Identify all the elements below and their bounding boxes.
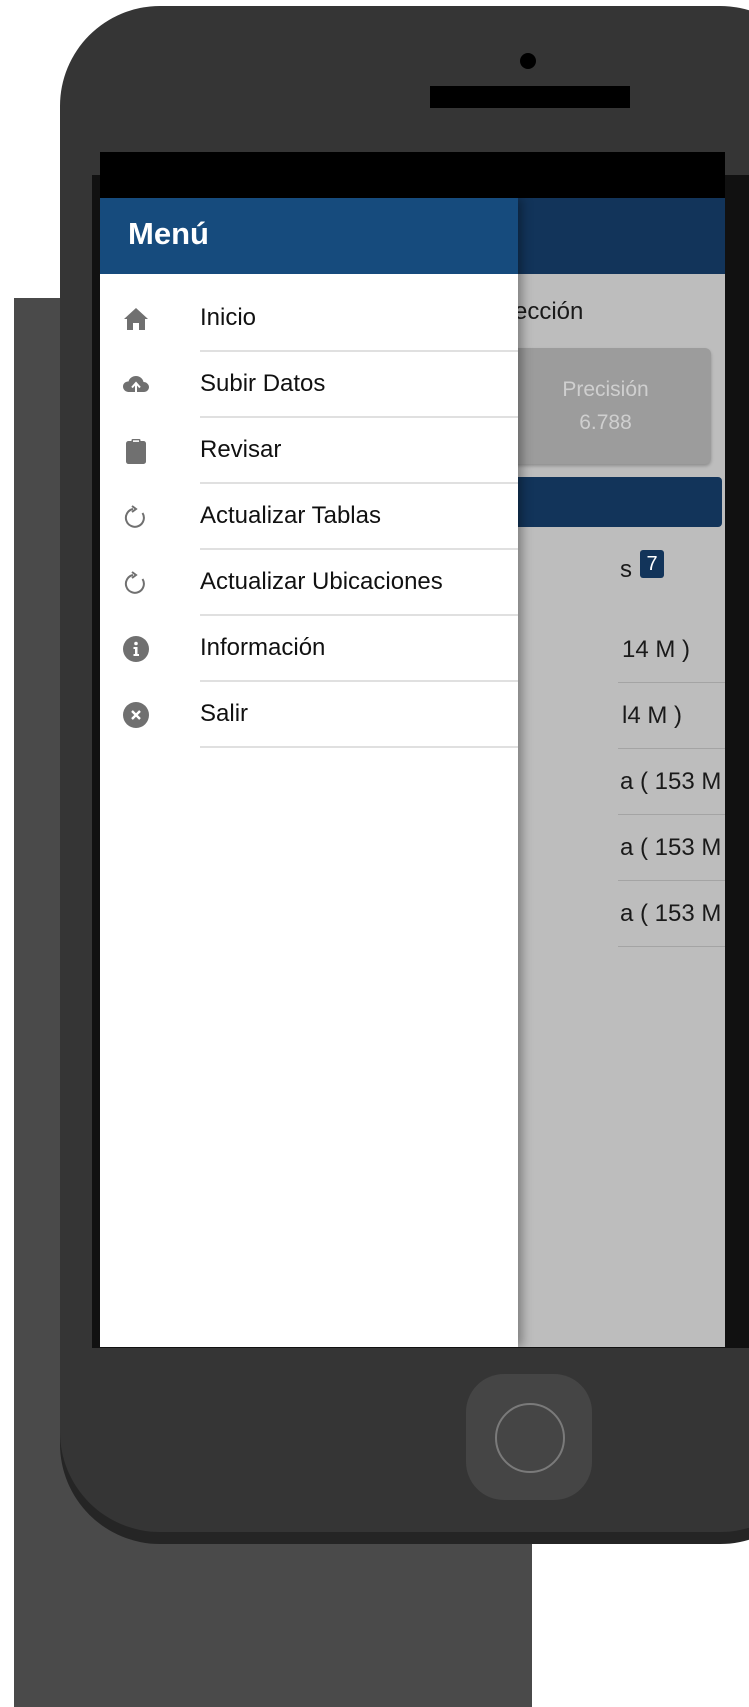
list-row-text[interactable]: l4 M ) bbox=[622, 702, 682, 730]
camera-dot bbox=[520, 53, 536, 69]
menu-item-label: Subir Datos bbox=[200, 370, 326, 397]
precision-card-value: 6.788 bbox=[579, 411, 632, 434]
menu-item-salir[interactable]: Salir bbox=[100, 682, 518, 748]
refresh-icon bbox=[124, 505, 145, 528]
cloud-upload-icon bbox=[123, 376, 149, 395]
home-button[interactable] bbox=[466, 1374, 592, 1500]
menu-item-label: Actualizar Tablas bbox=[200, 502, 381, 529]
precision-card-label: Precisión bbox=[562, 378, 649, 401]
home-button-ring bbox=[495, 1403, 565, 1473]
menu-item-label: Actualizar Ubicaciones bbox=[200, 568, 443, 595]
list-row-text[interactable]: a ( 153 M ) bbox=[620, 834, 725, 862]
menu-item-revisar[interactable]: Revisar bbox=[100, 418, 518, 484]
list-row-text[interactable]: 14 M ) bbox=[622, 636, 690, 664]
list-row-divider bbox=[618, 748, 725, 749]
speaker-grille bbox=[430, 86, 630, 108]
list-row-divider bbox=[618, 946, 725, 947]
drawer-title: Menú bbox=[128, 216, 209, 251]
menu-item-label: Salir bbox=[200, 700, 249, 727]
app-screen: ección Precisión 6.788 s 7 14 M ) l4 M )… bbox=[100, 152, 725, 1347]
close-circle-icon bbox=[123, 702, 149, 728]
status-bar bbox=[100, 152, 725, 198]
refresh-icon bbox=[124, 571, 145, 594]
menu-item-actualizar-ubicaciones[interactable]: Actualizar Ubicaciones bbox=[100, 550, 518, 616]
list-row-divider bbox=[618, 682, 725, 683]
list-row-text[interactable]: a ( 153 M ) bbox=[620, 768, 725, 796]
list-row-text[interactable]: a ( 153 M ) bbox=[620, 900, 725, 928]
menu-divider bbox=[200, 746, 518, 748]
menu-item-label: Información bbox=[200, 634, 326, 661]
count-badge: 7 bbox=[640, 550, 664, 578]
menu-item-label: Inicio bbox=[200, 304, 257, 331]
section-label-fragment: ección bbox=[514, 298, 584, 325]
drawer-header: Menú bbox=[100, 198, 518, 274]
navigation-drawer: Menú Inicio Subir Datos Revisar Actualiz… bbox=[100, 198, 518, 1347]
info-icon bbox=[123, 636, 149, 662]
mockup-stage: ección Precisión 6.788 s 7 14 M ) l4 M )… bbox=[0, 0, 749, 1707]
list-row-divider bbox=[618, 880, 725, 881]
background-action-button[interactable] bbox=[500, 477, 722, 527]
list-label-fragment: s bbox=[620, 556, 632, 583]
precision-card[interactable]: Precisión 6.788 bbox=[500, 348, 711, 464]
menu-item-actualizar-tablas[interactable]: Actualizar Tablas bbox=[100, 484, 518, 550]
menu-item-inicio[interactable]: Inicio bbox=[100, 286, 518, 352]
menu-item-informacion[interactable]: Información bbox=[100, 616, 518, 682]
clipboard-icon bbox=[126, 439, 146, 464]
home-icon bbox=[124, 308, 148, 330]
menu-item-label: Revisar bbox=[200, 436, 282, 463]
list-row-divider bbox=[618, 814, 725, 815]
menu-item-subir-datos[interactable]: Subir Datos bbox=[100, 352, 518, 418]
